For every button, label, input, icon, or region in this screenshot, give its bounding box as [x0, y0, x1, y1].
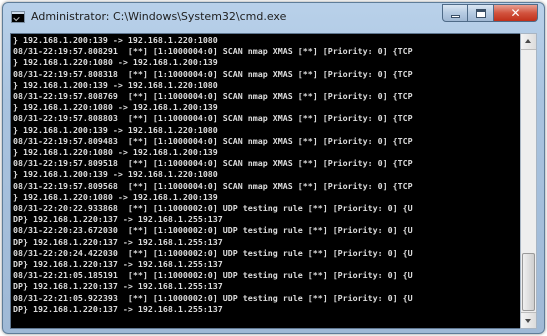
console-line: DP} 192.168.1.220:137 -> 192.168.1.255:1… — [13, 281, 223, 292]
console-line: 08/31-22:19:57.808318 [**] [1:1000004:0]… — [13, 68, 413, 79]
console-line: } 192.168.1.220:1080 -> 192.168.1.200:13… — [13, 57, 218, 68]
console-line: 08/31-22:20:24.422030 [**] [1:1000002:0]… — [13, 247, 413, 258]
cmd-icon[interactable] — [11, 11, 25, 23]
console-line: 08/31-22:19:57.808291 [**] [1:1000004:0]… — [13, 46, 413, 57]
maximize-button[interactable] — [468, 4, 494, 22]
console-line: 08/31-22:20:23.672030 [**] [1:1000002:0]… — [13, 225, 413, 236]
console-line: 08/31-22:19:57.809483 [**] [1:1000004:0]… — [13, 135, 413, 146]
console-line: } 192.168.1.200:139 -> 192.168.1.220:108… — [13, 35, 218, 45]
console-line: DP} 192.168.1.220:137 -> 192.168.1.255:1… — [13, 303, 223, 314]
console-line: } 192.168.1.220:1080 -> 192.168.1.200:13… — [13, 102, 218, 113]
scrollbar-thumb[interactable] — [522, 253, 535, 311]
scroll-down-arrow-icon — [525, 319, 531, 323]
window-controls: ✕ — [442, 4, 538, 22]
maximize-icon — [476, 9, 486, 18]
console-line: 08/31-22:19:57.809518 [**] [1:1000004:0]… — [13, 158, 413, 169]
console-line: DP} 192.168.1.220:137 -> 192.168.1.255:1… — [13, 236, 223, 247]
window-title: Administrator: C:\Windows\System32\cmd.e… — [31, 10, 287, 23]
console-line: 08/31-22:21:05.922393 [**] [1:1000002:0]… — [13, 292, 413, 303]
console-line: } 192.168.1.200:139 -> 192.168.1.220:108… — [13, 169, 218, 180]
close-button[interactable]: ✕ — [494, 4, 538, 22]
scroll-down-button[interactable] — [521, 312, 536, 328]
minimize-button[interactable] — [442, 4, 468, 22]
console-line: } 192.168.1.220:1080 -> 192.168.1.200:13… — [13, 191, 218, 202]
console-line: 08/31-22:19:57.809568 [**] [1:1000004:0]… — [13, 180, 413, 191]
scroll-up-arrow-icon — [525, 39, 531, 43]
console-line: } 192.168.1.200:139 -> 192.168.1.220:108… — [13, 124, 218, 135]
title-bar[interactable]: Administrator: C:\Windows\System32\cmd.e… — [3, 3, 544, 33]
console-line: 08/31-22:21:05.185191 [**] [1:1000002:0]… — [13, 270, 413, 281]
console-line: } 192.168.1.220:1080 -> 192.168.1.200:13… — [13, 147, 218, 157]
console-line: 08/31-22:19:57.808803 [**] [1:1000004:0]… — [13, 113, 413, 124]
scroll-up-button[interactable] — [521, 34, 536, 50]
minimize-icon — [451, 15, 460, 18]
vertical-scrollbar[interactable] — [520, 33, 537, 329]
close-icon: ✕ — [510, 6, 521, 20]
console-line: } 192.168.1.200:139 -> 192.168.1.220:108… — [13, 79, 218, 90]
console-line: 08/31-22:20:22.933868 [**] [1:1000002:0]… — [13, 203, 413, 213]
console-line: 08/31-22:19:57.808769 [**] [1:1000004:0]… — [13, 91, 413, 101]
console-output[interactable]: } 192.168.1.200:139 -> 192.168.1.220:108… — [10, 33, 522, 329]
cmd-window: Administrator: C:\Windows\System32\cmd.e… — [2, 2, 545, 334]
console-line: DP} 192.168.1.220:137 -> 192.168.1.255:1… — [13, 214, 223, 225]
console-line: DP} 192.168.1.220:137 -> 192.168.1.255:1… — [13, 259, 223, 269]
